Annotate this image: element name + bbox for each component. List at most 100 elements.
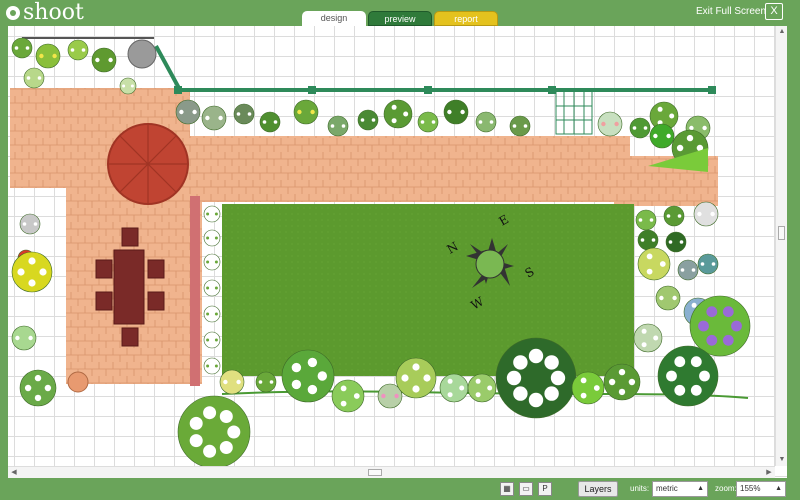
flower-dot	[609, 379, 615, 385]
flower-dot	[259, 380, 263, 384]
flower-dot	[292, 380, 301, 389]
flower-dot	[122, 85, 125, 88]
flower-dot	[644, 126, 648, 130]
flower-dot	[331, 124, 335, 128]
flower-dot	[341, 401, 347, 407]
paving-strip[interactable]	[190, 136, 630, 202]
units-select[interactable]: metric ▲	[652, 481, 708, 497]
grid-view-icon[interactable]: ▦	[500, 482, 514, 496]
flower-dot	[699, 371, 710, 382]
flower-dot	[667, 214, 671, 218]
plan-view-button[interactable]: P	[538, 482, 552, 496]
flower-dot	[544, 355, 558, 369]
flower-dot	[678, 214, 682, 218]
flower-dot	[361, 118, 365, 122]
flower-dot	[669, 240, 673, 244]
flower-dot	[220, 410, 233, 423]
flower-dot	[206, 261, 209, 264]
flower-dot	[701, 262, 705, 266]
flower-dot	[723, 335, 734, 346]
vertical-scrollbar[interactable]: ▲ ▼	[775, 26, 787, 466]
design-canvas[interactable]: N E S W ▲ ▼ ◀ ▶	[8, 26, 787, 478]
chair[interactable]	[96, 260, 112, 278]
water-barrel[interactable]	[128, 40, 156, 68]
flower-dot	[710, 212, 714, 216]
flower-dot	[38, 76, 42, 80]
flower-dot	[270, 380, 274, 384]
close-button[interactable]: X	[765, 3, 783, 20]
flower-dot	[692, 268, 696, 272]
terracotta-pot[interactable]	[68, 372, 88, 392]
exit-full-screen-link[interactable]: Exit Full Screen	[696, 6, 766, 17]
vertical-scroll-thumb[interactable]	[778, 226, 785, 240]
tab-report[interactable]: report	[434, 11, 498, 26]
flower-dot	[448, 392, 453, 397]
flower-dot	[203, 445, 216, 458]
flower-dot	[205, 116, 209, 120]
garden-wall[interactable]	[190, 196, 200, 386]
flower-dot	[15, 336, 19, 340]
tab-design[interactable]: design	[302, 11, 366, 27]
flower-dot	[25, 385, 31, 391]
flower-dot	[551, 371, 565, 385]
horizontal-scrollbar[interactable]: ◀ ▶	[8, 466, 775, 478]
flower-dot	[529, 349, 543, 363]
flower-dot	[659, 296, 663, 300]
flower-dot	[507, 371, 521, 385]
dining-table[interactable]	[114, 250, 144, 324]
flower-dot	[35, 395, 41, 401]
gate[interactable]	[556, 90, 592, 134]
flower-dot	[45, 385, 51, 391]
horizontal-scroll-thumb[interactable]	[368, 469, 382, 476]
flower-dot	[15, 46, 19, 50]
chair[interactable]	[122, 328, 138, 346]
flower-dot	[581, 378, 587, 384]
flower-dot	[206, 287, 209, 290]
elevation-view-icon[interactable]: ▭	[519, 482, 533, 496]
flower-dot	[192, 110, 196, 114]
scroll-right-arrow[interactable]: ▶	[763, 467, 775, 478]
flower-dot	[236, 380, 240, 384]
chair[interactable]	[148, 260, 164, 278]
flower-dot	[215, 339, 218, 342]
flower-dot	[647, 269, 653, 275]
zoom-select[interactable]: 155% ▲	[736, 481, 786, 497]
flower-dot	[218, 116, 222, 120]
flower-dot	[619, 369, 625, 375]
flower-dot	[513, 386, 527, 400]
scroll-up-arrow[interactable]: ▲	[776, 26, 787, 38]
flower-dot	[691, 356, 702, 367]
garden-plan[interactable]: N E S W	[8, 26, 775, 466]
flower-dot	[581, 393, 587, 399]
scroll-left-arrow[interactable]: ◀	[8, 467, 20, 478]
flower-dot	[642, 342, 647, 347]
flower-dot	[660, 261, 666, 267]
zoom-value: 155%	[740, 484, 760, 493]
flower-dot	[674, 356, 685, 367]
flower-dot	[131, 85, 134, 88]
flower-dot	[672, 296, 676, 300]
flower-dot	[310, 110, 314, 114]
flower-dot	[34, 222, 38, 226]
flower-dot	[706, 306, 717, 317]
flower-dot	[629, 379, 635, 385]
flower-dot	[95, 58, 99, 62]
flower-dot	[723, 306, 734, 317]
lawn[interactable]	[222, 204, 634, 376]
fence[interactable]	[156, 46, 716, 94]
scroll-down-arrow[interactable]: ▼	[776, 454, 787, 466]
layers-button[interactable]: Layers	[578, 481, 618, 497]
flower-dot	[653, 336, 658, 341]
tab-preview[interactable]: preview	[368, 11, 432, 26]
logo-icon	[6, 6, 20, 20]
flower-dot	[308, 358, 317, 367]
logo-text: shoot	[23, 0, 84, 25]
flower-dot	[190, 434, 203, 447]
chair[interactable]	[148, 292, 164, 310]
chair[interactable]	[96, 292, 112, 310]
chair[interactable]	[122, 228, 138, 246]
flower-dot	[459, 386, 464, 391]
parasol[interactable]	[108, 124, 188, 204]
flower-dot	[274, 120, 278, 124]
flower-dot	[666, 134, 670, 138]
